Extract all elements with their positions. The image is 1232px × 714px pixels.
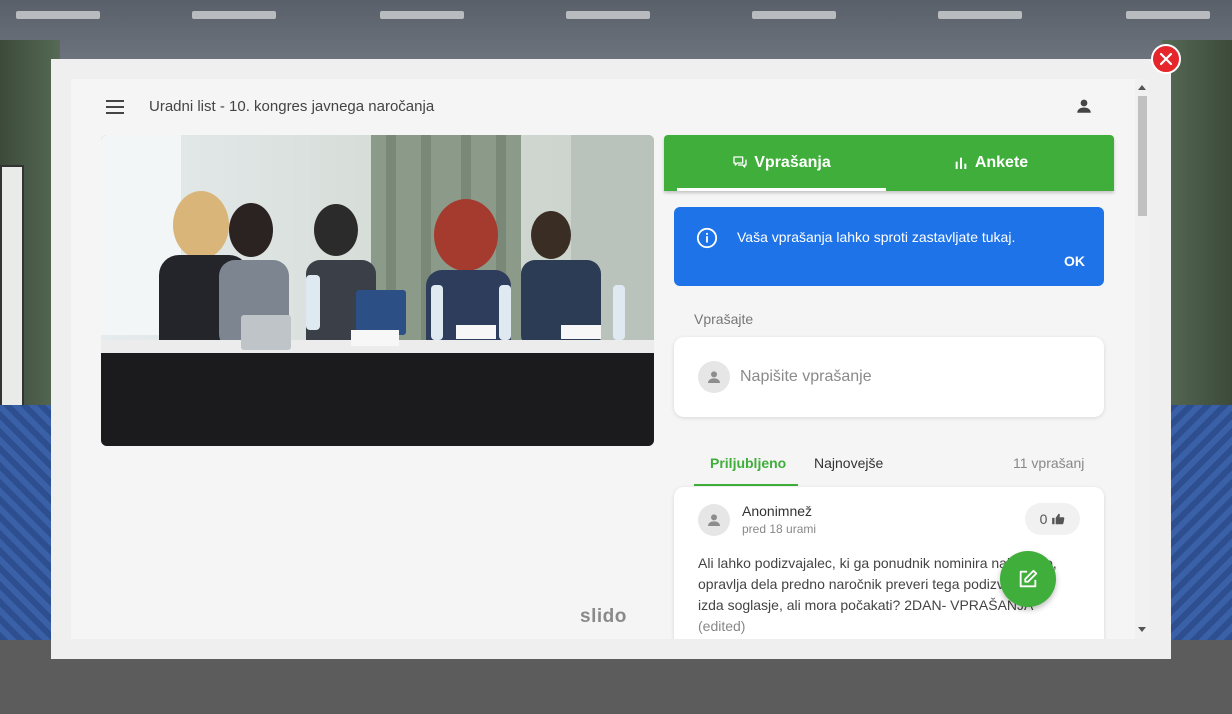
panel-discussion-image <box>101 135 654 446</box>
ceiling-light <box>16 11 100 19</box>
ask-question-box[interactable] <box>674 337 1104 417</box>
active-tab-underline <box>694 484 798 486</box>
user-profile-icon[interactable] <box>1075 97 1093 115</box>
like-button[interactable]: 0 <box>1025 503 1080 535</box>
ceiling-light <box>752 11 836 19</box>
carpet-right <box>1162 405 1232 640</box>
scrollbar[interactable] <box>1135 79 1149 639</box>
ceiling-light <box>1126 11 1210 19</box>
ceiling-light <box>938 11 1022 19</box>
tab-questions-label: Vprašanja <box>754 154 831 171</box>
like-count: 0 <box>1039 511 1048 527</box>
edit-icon <box>1019 569 1038 588</box>
scroll-up-arrow-icon[interactable] <box>1138 85 1146 90</box>
ceiling-light <box>380 11 464 19</box>
slido-logo: slido <box>580 606 627 627</box>
scrollbar-thumb[interactable] <box>1138 96 1147 216</box>
chat-bubbles-icon <box>733 156 747 168</box>
scroll-down-arrow-icon[interactable] <box>1138 627 1146 632</box>
user-icon <box>708 371 720 383</box>
close-modal-button[interactable] <box>1151 44 1181 74</box>
question-input[interactable] <box>740 365 1080 389</box>
ask-label: Vprašajte <box>694 311 754 327</box>
wall-right <box>1162 40 1232 410</box>
thumbs-up-icon <box>1052 513 1065 525</box>
avatar <box>698 504 730 536</box>
info-icon <box>696 227 718 249</box>
info-banner: Vaša vprašanja lahko sproti zastavljate … <box>674 207 1104 286</box>
video-player[interactable] <box>101 135 654 446</box>
tab-bar: Vprašanja Ankete <box>664 135 1114 191</box>
tab-polls-label: Ankete <box>974 154 1029 171</box>
close-icon <box>1159 52 1173 66</box>
event-title: Uradni list - 10. kongres javnega naroča… <box>149 98 435 115</box>
sort-newest-tab[interactable]: Najnovejše <box>814 455 883 471</box>
info-banner-ok-button[interactable]: OK <box>1064 253 1085 269</box>
compose-question-button[interactable] <box>1000 551 1056 607</box>
info-banner-text: Vaša vprašanja lahko sproti zastavljate … <box>737 229 1016 245</box>
edited-label: (edited) <box>698 618 746 634</box>
avatar <box>698 361 730 393</box>
slido-app: Uradni list - 10. kongres javnega naroča… <box>71 79 1135 639</box>
ceiling <box>0 0 1232 60</box>
sort-popular-tab[interactable]: Priljubljeno <box>710 455 786 471</box>
top-bar: Uradni list - 10. kongres javnega naroča… <box>71 79 1135 135</box>
question-count: 11 vprašanj <box>1013 455 1085 471</box>
hamburger-menu-icon[interactable] <box>106 100 124 114</box>
slido-modal: Uradni list - 10. kongres javnega naroča… <box>51 59 1171 659</box>
question-author: Anonimnež <box>742 503 813 519</box>
ceiling-light <box>192 11 276 19</box>
tab-questions[interactable]: Vprašanja <box>677 135 886 191</box>
ceiling-light <box>566 11 650 19</box>
question-time: pred 18 urami <box>742 522 817 536</box>
tab-polls[interactable]: Ankete <box>886 135 1095 191</box>
bar-chart-icon <box>955 157 967 169</box>
user-icon <box>708 514 720 526</box>
